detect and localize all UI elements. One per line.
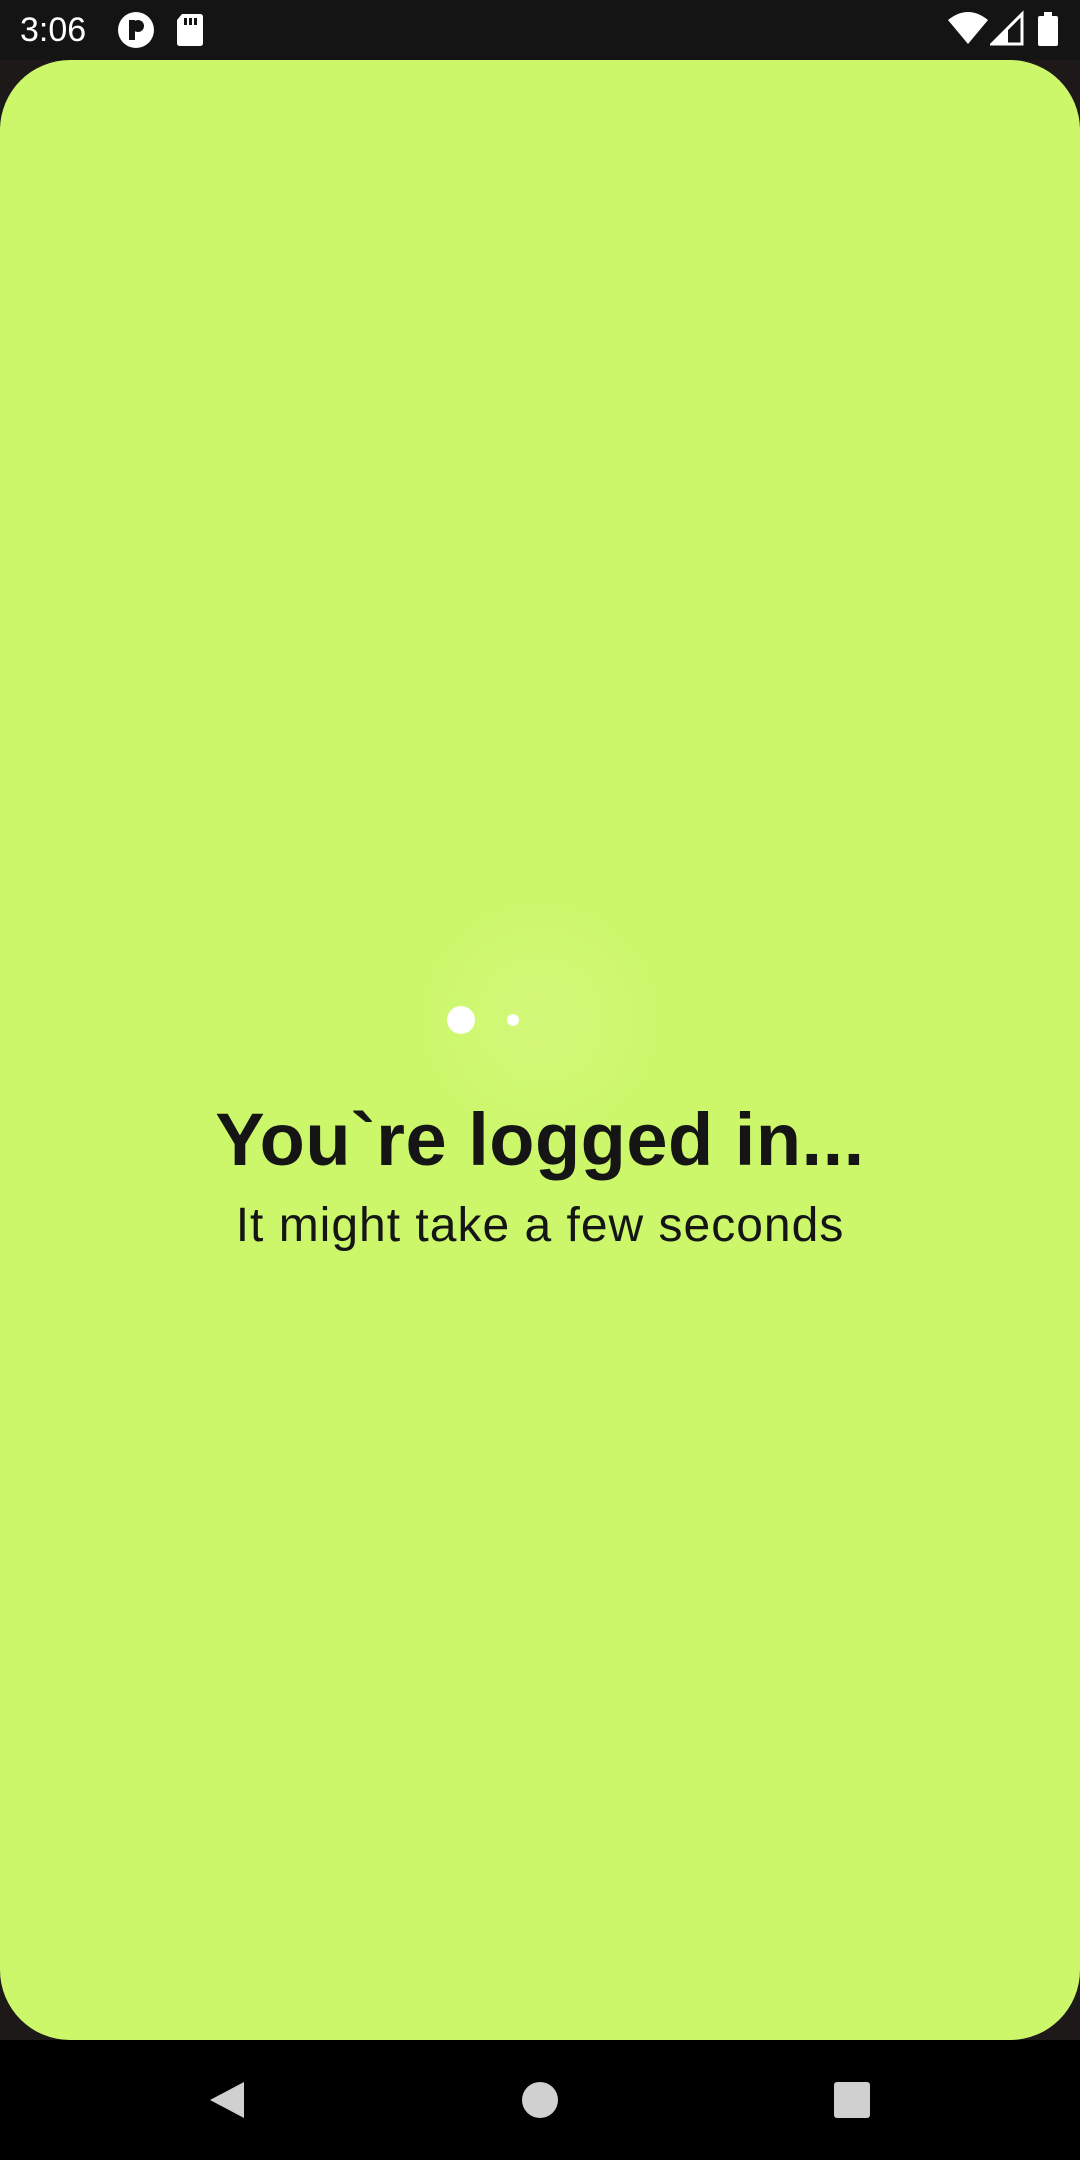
cellular-signal-icon (988, 10, 1024, 50)
navigation-bar (0, 2040, 1080, 2160)
recents-icon (834, 2082, 870, 2118)
recents-button[interactable] (802, 2060, 902, 2140)
login-card: You`re logged in... It might take a few … (0, 60, 1080, 2040)
back-button[interactable] (176, 2060, 276, 2140)
back-icon (210, 2082, 244, 2118)
loading-dot-small (507, 1014, 519, 1026)
status-bar: 3:06 (0, 0, 1080, 60)
wifi-icon (946, 10, 990, 50)
sd-card-icon (174, 10, 206, 50)
home-icon (522, 2082, 558, 2118)
screen: 3:06 You`re logged in... It might take a… (0, 0, 1080, 2160)
page-subtitle: It might take a few seconds (235, 1199, 845, 1252)
home-button[interactable] (490, 2060, 590, 2140)
p-circle-icon (116, 10, 156, 50)
page-title: You`re logged in... (215, 1098, 865, 1181)
loading-dot-large (447, 1006, 475, 1034)
battery-icon (1036, 10, 1060, 50)
status-time: 3:06 (20, 11, 87, 49)
